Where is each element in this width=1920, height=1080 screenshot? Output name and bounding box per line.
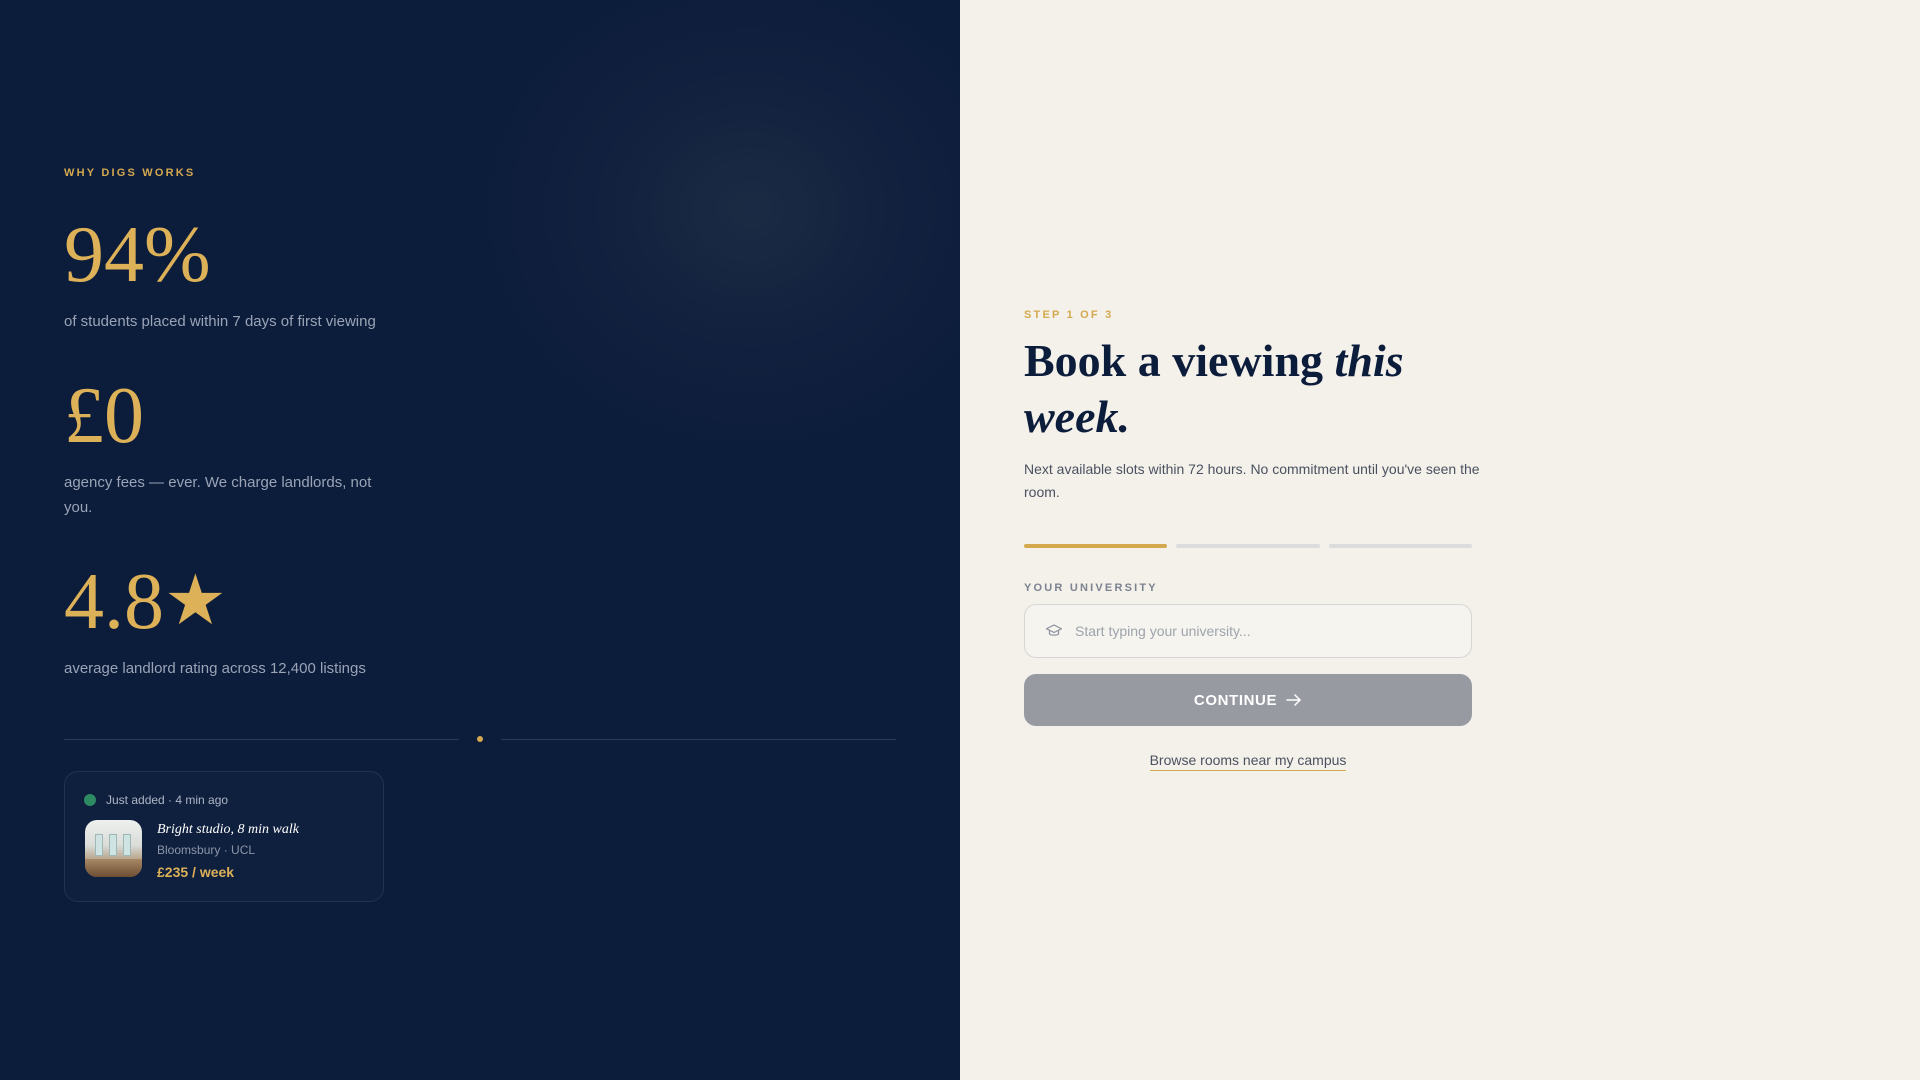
listing-status: Just added · 4 min ago [84, 793, 228, 807]
left-panel: WHY DIGS WORKS 94% of students placed wi… [0, 0, 960, 1080]
graduation-cap-icon [1045, 624, 1063, 636]
background-glow [470, 0, 960, 460]
stat-caption: agency fees — ever. We charge landlords,… [64, 474, 372, 516]
star-icon: ★ [164, 559, 227, 641]
divider-line-right [501, 739, 896, 740]
listing-status-text: Just added · 4 min ago [106, 793, 229, 807]
progress-step-2 [1176, 544, 1320, 548]
progress-step-3 [1328, 544, 1472, 548]
right-panel: STEP 1 OF 3 Book a viewing this week. Ne… [960, 0, 1920, 1080]
university-input[interactable] [1075, 623, 1455, 639]
university-field[interactable] [1024, 604, 1472, 658]
listing-title: Bright studio, 8 min walk [157, 822, 299, 837]
divider-dot [477, 736, 483, 742]
live-status-icon [84, 794, 96, 806]
browse-rooms-link[interactable]: Browse rooms near my campus [1149, 752, 1347, 771]
page-subtitle: Next available slots within 72 hours. No… [1024, 461, 1480, 500]
stat-value: £0 [64, 372, 144, 460]
rating-number: 4.8 [64, 558, 164, 646]
progress-step-1 [1024, 544, 1168, 548]
continue-button[interactable]: CONTINUE [1024, 674, 1472, 726]
arrow-right-icon [1286, 694, 1301, 706]
browse-link-wrap: Browse rooms near my campus [1024, 752, 1472, 771]
new-listing-card[interactable]: Just added · 4 min ago Bright studio, 8 … [64, 771, 384, 902]
stat-caption: average landlord rating across 12,400 li… [64, 660, 366, 677]
step-indicator: STEP 1 OF 3 [1024, 309, 1114, 321]
stat-placement: 94% of students placed within 7 days of … [64, 215, 394, 334]
step-progress-bar [1024, 544, 1472, 548]
stat-caption: of students placed within 7 days of firs… [64, 313, 376, 330]
stat-value: 94% [64, 211, 211, 299]
listing-price: £235 / week [157, 864, 235, 880]
stat-value: 4.8★ [64, 562, 394, 642]
listing-location: Bloomsbury · UCL [157, 843, 256, 857]
divider-line-left [64, 739, 459, 740]
headline-plain: Book a viewing [1024, 335, 1335, 386]
university-label: YOUR UNIVERSITY [1024, 582, 1158, 594]
continue-label: CONTINUE [1193, 691, 1278, 709]
stat-fees: £0 agency fees — ever. We charge landlor… [64, 376, 394, 520]
stat-rating: 4.8★ average landlord rating across 12,4… [64, 562, 394, 681]
listing-thumbnail [85, 820, 142, 877]
ornamental-divider [64, 736, 896, 742]
page-title: Book a viewing this week. [1024, 333, 1484, 445]
section-eyebrow: WHY DIGS WORKS [64, 167, 196, 179]
